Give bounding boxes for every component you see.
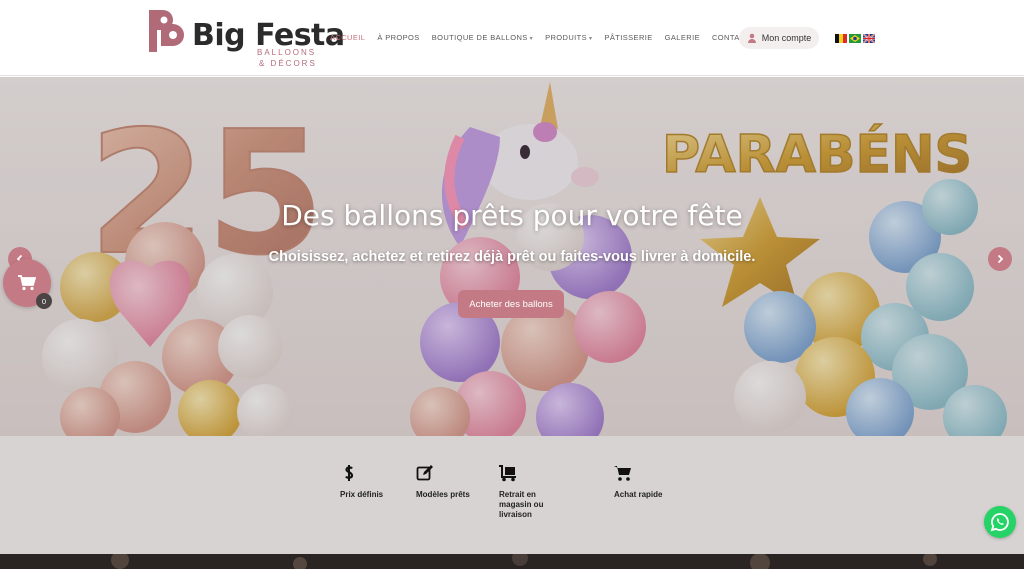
flag-brazil-icon[interactable]: [849, 34, 861, 43]
cart-count-badge: 0: [36, 293, 52, 309]
site-header: Big Festa BALLOONS & DÉCORS ACCUEIL À PR…: [0, 0, 1024, 76]
whatsapp-icon: [990, 513, 1009, 532]
language-switcher: [835, 34, 877, 43]
chevron-right-icon: [997, 254, 1004, 264]
feature-fast-purchase: Achat rapide: [614, 464, 694, 500]
dollar-icon: [345, 465, 354, 481]
whatsapp-button[interactable]: [984, 506, 1016, 538]
hero-subtitle: Choisissez, achetez et retirez déjà prêt…: [268, 249, 756, 265]
person-icon: [747, 33, 756, 43]
flag-uk-icon[interactable]: [863, 34, 875, 43]
features-strip: Prix définis Modèles prêts Retrait en ma…: [0, 436, 1024, 554]
nav-item-a-propos[interactable]: À PROPOS: [377, 33, 419, 45]
cart-icon: [614, 466, 631, 481]
feature-label: Prix définis: [340, 490, 384, 499]
nav-label: GALERIE: [664, 33, 700, 42]
account-label: Mon compte: [761, 33, 812, 43]
feature-label: Retrait en magasin ou livraison: [499, 490, 544, 519]
hero-slider: 25 PARABÉNS Des ballons prêts pour votre…: [0, 77, 1024, 436]
account-button[interactable]: Mon compte: [739, 27, 819, 49]
nav-item-accueil[interactable]: ACCUEIL: [330, 33, 365, 45]
sparkle-background: [111, 554, 937, 569]
nav-label: PRODUITS: [545, 33, 588, 42]
next-section-preview: [0, 554, 1024, 569]
shop-balloons-button[interactable]: Acheter des ballons: [458, 290, 564, 318]
logo-mark-icon: [149, 10, 184, 52]
feature-label: Modèles prêts: [416, 490, 470, 499]
nav-label: PÂTISSERIE: [604, 33, 653, 42]
nav-item-galerie[interactable]: GALERIE: [665, 33, 700, 45]
hero-title: Des ballons prêts pour votre fête: [281, 199, 743, 232]
feature-ready-models: Modèles prêts: [416, 464, 496, 500]
flag-belgium-icon[interactable]: [835, 34, 847, 43]
feature-label: Achat rapide: [614, 490, 663, 499]
nav-item-produits[interactable]: PRODUITS ▾: [545, 33, 592, 45]
brand-tagline-2: & DÉCORS: [259, 59, 317, 68]
nav-label: ACCUEIL: [330, 33, 366, 42]
slider-next-button[interactable]: [988, 247, 1012, 271]
cart-icon: [18, 275, 36, 291]
brand-tagline-1: BALLOONS: [257, 48, 317, 57]
delivery-cart-icon: [499, 465, 516, 482]
brand-logo[interactable]: Big Festa BALLOONS & DÉCORS: [145, 6, 345, 70]
feature-fixed-prices: Prix définis: [340, 464, 420, 500]
nav-label: BOUTIQUE DE BALLONS: [431, 33, 528, 42]
nav-label: À PROPOS: [377, 33, 420, 42]
feature-pickup-delivery: Retrait en magasin ou livraison: [499, 464, 579, 520]
nav-item-boutique[interactable]: BOUTIQUE DE BALLONS ▾: [432, 33, 533, 45]
main-nav: ACCUEIL À PROPOS BOUTIQUE DE BALLONS ▾ PR…: [330, 33, 762, 45]
chevron-down-icon: ▾: [589, 36, 593, 42]
nav-item-patisserie[interactable]: PÂTISSERIE: [604, 33, 652, 45]
edit-icon: [416, 465, 433, 481]
chevron-down-icon: ▾: [529, 36, 534, 42]
